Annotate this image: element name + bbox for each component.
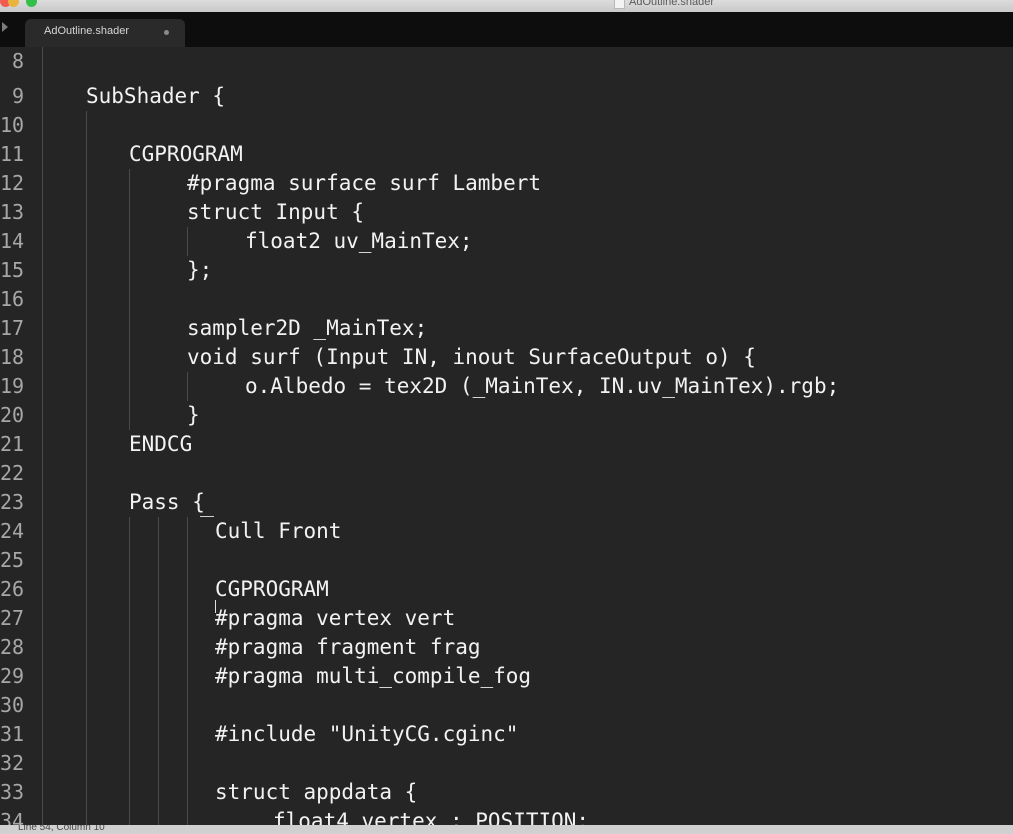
code-text: CGPROGRAM	[129, 142, 243, 166]
code-text: #pragma fragment frag	[215, 635, 481, 659]
code-line: 13 struct Input {	[0, 198, 1013, 227]
code-text: float2 uv_MainTex;	[245, 229, 473, 253]
code-line: 28 #pragma fragment frag	[0, 633, 1013, 662]
minimize-window-button[interactable]	[8, 0, 19, 7]
code-text: void surf (Input IN, inout SurfaceOutput…	[187, 345, 756, 369]
line-number: 19	[0, 374, 24, 398]
line-number: 21	[0, 432, 24, 456]
code-text: struct appdata {	[215, 780, 418, 804]
code-text: }	[187, 403, 200, 427]
line-number: 14	[0, 229, 24, 253]
line-number: 12	[0, 171, 24, 195]
tab-adoutline-shader[interactable]: AdOutline.shader	[25, 19, 185, 47]
line-number: 17	[0, 316, 24, 340]
document-icon	[614, 0, 625, 9]
code-text: float4 vertex : POSITION;	[273, 809, 590, 825]
code-line: 8	[0, 47, 1013, 76]
line-number: 25	[0, 548, 24, 572]
code-line: 12 #pragma surface surf Lambert	[0, 169, 1013, 198]
window-title: AdOutline.shader	[629, 0, 714, 8]
line-number: 18	[0, 345, 24, 369]
sidebar-toggle-icon[interactable]	[2, 22, 8, 32]
code-line: 24 Cull Front	[0, 517, 1013, 546]
code-text: #include "UnityCG.cginc"	[215, 722, 519, 746]
code-line: 21 ENDCG	[0, 430, 1013, 459]
unsaved-dot-icon[interactable]	[164, 30, 169, 35]
line-number: 23	[0, 490, 24, 514]
line-number: 20	[0, 403, 24, 427]
code-line: 22	[0, 459, 1013, 488]
code-text: CGPROGRAM	[215, 577, 329, 601]
cursor-position[interactable]: Line 54, Column 10	[18, 825, 105, 833]
line-number: 34	[0, 809, 24, 825]
editor-window: AdOutline.shader AdOutline.shader 8 9 Sub…	[0, 0, 1013, 834]
code-line: 20}	[0, 401, 1013, 430]
code-line: 32	[0, 749, 1013, 778]
code-line: 10	[0, 111, 1013, 140]
line-number: 10	[0, 113, 24, 137]
code-line: 23 Pass {	[0, 488, 1013, 517]
line-number: 11	[0, 142, 24, 166]
code-text: struct Input {	[187, 200, 365, 224]
line-number: 28	[0, 635, 24, 659]
tab-label: AdOutline.shader	[44, 25, 129, 37]
line-number: 16	[0, 287, 24, 311]
code-text: Cull Front	[215, 519, 342, 543]
line-number: 32	[0, 751, 24, 775]
code-line: 27 #pragma vertex vert	[0, 604, 1013, 633]
code-text: o.Albedo = tex2D (_MainTex, IN.uv_MainTe…	[245, 374, 840, 398]
line-number: 31	[0, 722, 24, 746]
line-number: 26	[0, 577, 24, 601]
line-number: 9	[11, 84, 24, 108]
code-line: 15};	[0, 256, 1013, 285]
code-text: SubShader {	[86, 84, 226, 108]
code-line: 25	[0, 546, 1013, 575]
line-number: 33	[0, 780, 24, 804]
line-number: 30	[0, 693, 24, 717]
tab-bar: AdOutline.shader	[0, 12, 1013, 47]
line-number: 24	[0, 519, 24, 543]
code-line: 17 sampler2D _MainTex;	[0, 314, 1013, 343]
code-line: 19 o.Albedo = tex2D (_MainTex, IN.uv_Main…	[0, 372, 1013, 401]
line-number: 8	[11, 49, 24, 73]
code-text: Pass {	[129, 490, 205, 514]
code-text: sampler2D _MainTex;	[187, 316, 428, 340]
code-line: 29 #pragma multi_compile_fog	[0, 662, 1013, 691]
code-line: 11 CGPROGRAM	[0, 140, 1013, 169]
code-editor[interactable]: 8 9 SubShader { 10 11 CGPROGRAM 12 #pragma …	[0, 47, 1013, 825]
code-line: 30	[0, 691, 1013, 720]
line-number: 27	[0, 606, 24, 630]
code-line: 34 float4 vertex : POSITION;	[0, 807, 1013, 825]
status-bar: Line 54, Column 10	[0, 825, 1013, 834]
code-line: 33 struct appdata {	[0, 778, 1013, 807]
line-number: 22	[0, 461, 24, 485]
code-line: 31 #include "UnityCG.cginc"	[0, 720, 1013, 749]
code-text: #pragma vertex vert	[215, 606, 456, 630]
line-number: 13	[0, 200, 24, 224]
title-bar: AdOutline.shader	[0, 0, 1013, 12]
code-text: };	[187, 258, 213, 282]
line-number: 15	[0, 258, 24, 282]
text-cursor	[215, 600, 216, 613]
code-line: 16	[0, 285, 1013, 314]
code-line: 9 SubShader {	[0, 82, 1013, 111]
bracket-match-underline	[200, 516, 214, 517]
code-line: 26 CGPROGRAM	[0, 575, 1013, 604]
code-text: #pragma surface surf Lambert	[187, 171, 542, 195]
line-number: 29	[0, 664, 24, 688]
zoom-window-button[interactable]	[26, 0, 37, 7]
code-line: 18 void surf (Input IN, inout SurfaceOutp…	[0, 343, 1013, 372]
code-text: #pragma multi_compile_fog	[215, 664, 532, 688]
code-line: 14 float2 uv_MainTex;	[0, 227, 1013, 256]
code-text: ENDCG	[129, 432, 193, 456]
